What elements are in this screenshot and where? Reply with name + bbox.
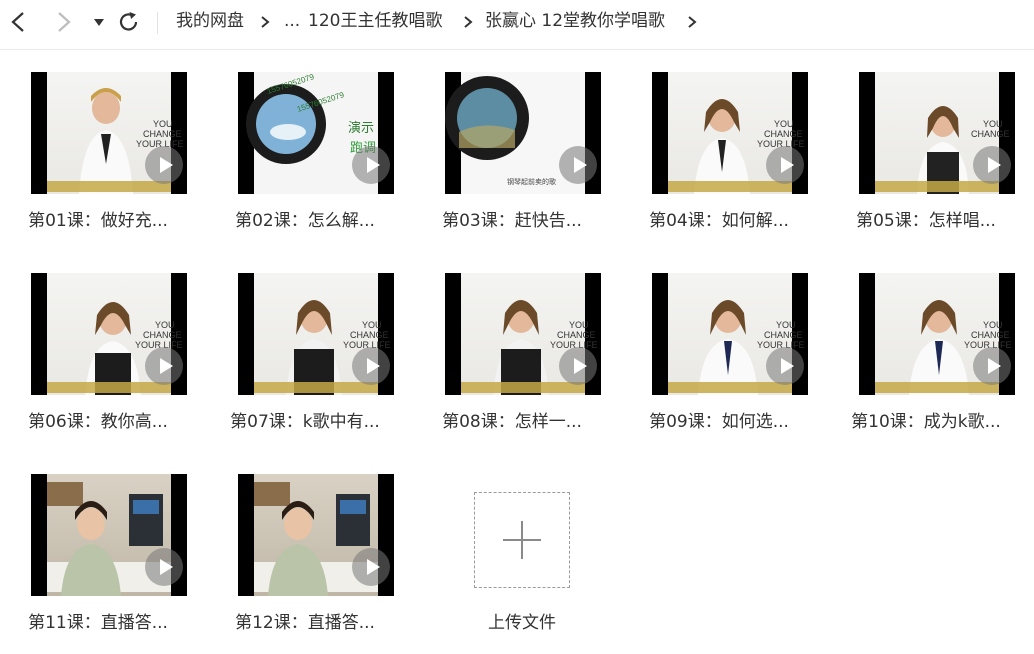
video-thumbnail: YOU CHANGE YOUR LIFE [652,72,808,194]
svg-text:CHANGE: CHANGE [971,129,1010,139]
subtitle-bar [254,382,378,393]
play-icon [559,146,597,184]
play-icon [145,146,183,184]
file-name: 第10课：成为k歌... [851,412,1001,432]
play-icon [559,347,597,385]
file-item-lesson-01[interactable]: YOU CHANGE YOUR LIFE 第01课：做好充... [0,72,190,252]
subtitle-bar [875,181,999,192]
back-button[interactable] [4,8,32,36]
subtitle-bar [668,181,792,192]
file-name: 第07课：k歌中有... [230,412,380,432]
file-item-lesson-12[interactable]: 第12课：直播答... [207,474,397,654]
video-thumbnail: YOU CHANGE YOUR LIFE [652,273,808,395]
play-icon [352,146,390,184]
svg-text:CHANGE: CHANGE [143,129,182,139]
video-thumbnail: YOU CHANGE YOUR LIFE [31,72,187,194]
video-thumbnail: YOU CHANGE [859,72,1015,194]
file-name: 第03课：赶快告... [442,211,582,231]
play-icon [766,347,804,385]
svg-text:YOU: YOU [153,119,173,129]
file-name: 第02课：怎么解... [235,211,375,231]
file-name: 第08课：怎样一... [442,412,582,432]
file-item-lesson-05[interactable]: YOU CHANGE 第05课：怎样唱... [828,72,1018,252]
file-name: 第12课：直播答... [235,613,375,633]
file-name: 第05课：怎样唱... [856,211,996,231]
svg-text:演示: 演示 [348,120,374,136]
forward-button[interactable] [50,8,78,36]
upload-file-button[interactable] [474,492,570,588]
play-icon [352,347,390,385]
play-icon [766,146,804,184]
file-item-lesson-06[interactable]: YOU CHANGE YOUR LIFE 第06课：教你高... [0,273,190,453]
svg-text:YOU: YOU [569,320,589,330]
svg-text:YOU: YOU [774,119,794,129]
video-thumbnail: 15576052079 15576052079 演示 跑调 [238,72,394,194]
subtitle-bar [461,382,585,393]
refresh-button[interactable] [115,8,143,36]
subtitle-bar [668,382,792,393]
video-thumbnail: YOU CHANGE YOUR LIFE [445,273,601,395]
svg-text:YOU: YOU [776,320,796,330]
upload-file-label[interactable]: 上传文件 [472,608,572,633]
video-thumbnail: YOU CHANGE YOUR LIFE [238,273,394,395]
svg-text:CHANGE: CHANGE [764,129,803,139]
breadcrumb-current-folder[interactable]: 张嬴心 12堂教你学唱歌 [485,8,665,34]
svg-text:YOU: YOU [983,320,1003,330]
play-icon [145,548,183,586]
play-icon [352,548,390,586]
file-item-lesson-08[interactable]: YOU CHANGE YOUR LIFE 第08课：怎样一... [414,273,604,453]
svg-text:CHANGE: CHANGE [143,330,182,340]
svg-text:CHANGE: CHANGE [350,330,389,340]
breadcrumb-separator-icon [464,16,473,28]
file-name: 第11课：直播答... [28,613,168,633]
chevron-left-icon [11,12,24,32]
video-thumbnail [238,474,394,596]
toolbar-divider [157,12,158,34]
breadcrumb-separator-icon [261,16,270,28]
play-icon [145,347,183,385]
svg-text:CHANGE: CHANGE [764,330,803,340]
video-thumbnail: 钢琴起前卖的歌 [445,72,601,194]
svg-text:CHANGE: CHANGE [557,330,596,340]
video-thumbnail: YOU CHANGE YOUR LIFE [31,273,187,395]
video-thumbnail [31,474,187,596]
plus-icon [503,521,541,559]
file-item-lesson-11[interactable]: 第11课：直播答... [0,474,190,654]
file-name: 第06课：教你高... [28,412,168,432]
svg-text:YOU: YOU [983,119,1003,129]
breadcrumb-ellipsis[interactable]: ... [284,8,300,34]
file-item-lesson-04[interactable]: YOU CHANGE YOUR LIFE 第04课：如何解... [621,72,811,252]
refresh-icon [119,12,138,31]
file-item-lesson-07[interactable]: YOU CHANGE YOUR LIFE 第07课：k歌中有... [207,273,397,453]
subtitle-bar [47,382,171,393]
file-item-lesson-09[interactable]: YOU CHANGE YOUR LIFE 第09课：如何选... [621,273,811,453]
chevron-right-icon [58,12,71,32]
svg-text:CHANGE: CHANGE [971,330,1010,340]
file-item-lesson-03[interactable]: 钢琴起前卖的歌 第03课：赶快告... [414,72,604,252]
video-thumbnail: YOU CHANGE YOUR LIFE [859,273,1015,395]
toolbar: 我的网盘 ... 120王主任教唱歌 张嬴心 12堂教你学唱歌 [0,0,1034,50]
caret-down-icon [94,19,104,26]
subtitle-bar [47,181,171,192]
breadcrumb-separator-icon [688,16,697,28]
play-icon [973,347,1011,385]
history-dropdown-button[interactable] [86,8,114,36]
file-name: 第04课：如何解... [649,211,789,231]
svg-text:钢琴起前卖的歌: 钢琴起前卖的歌 [507,177,556,186]
play-icon [973,146,1011,184]
breadcrumb-root[interactable]: 我的网盘 [176,8,244,34]
breadcrumb-parent-folder[interactable]: 120王主任教唱歌 [308,8,442,34]
subtitle-bar [875,382,999,393]
file-item-lesson-10[interactable]: YOU CHANGE YOUR LIFE 第10课：成为k歌... [828,273,1018,453]
svg-text:YOU: YOU [362,320,382,330]
file-name: 第09课：如何选... [649,412,789,432]
file-item-lesson-02[interactable]: 15576052079 15576052079 演示 跑调 第02课：怎么解..… [207,72,397,252]
svg-text:YOU: YOU [155,320,175,330]
file-name: 第01课：做好充... [28,211,168,231]
